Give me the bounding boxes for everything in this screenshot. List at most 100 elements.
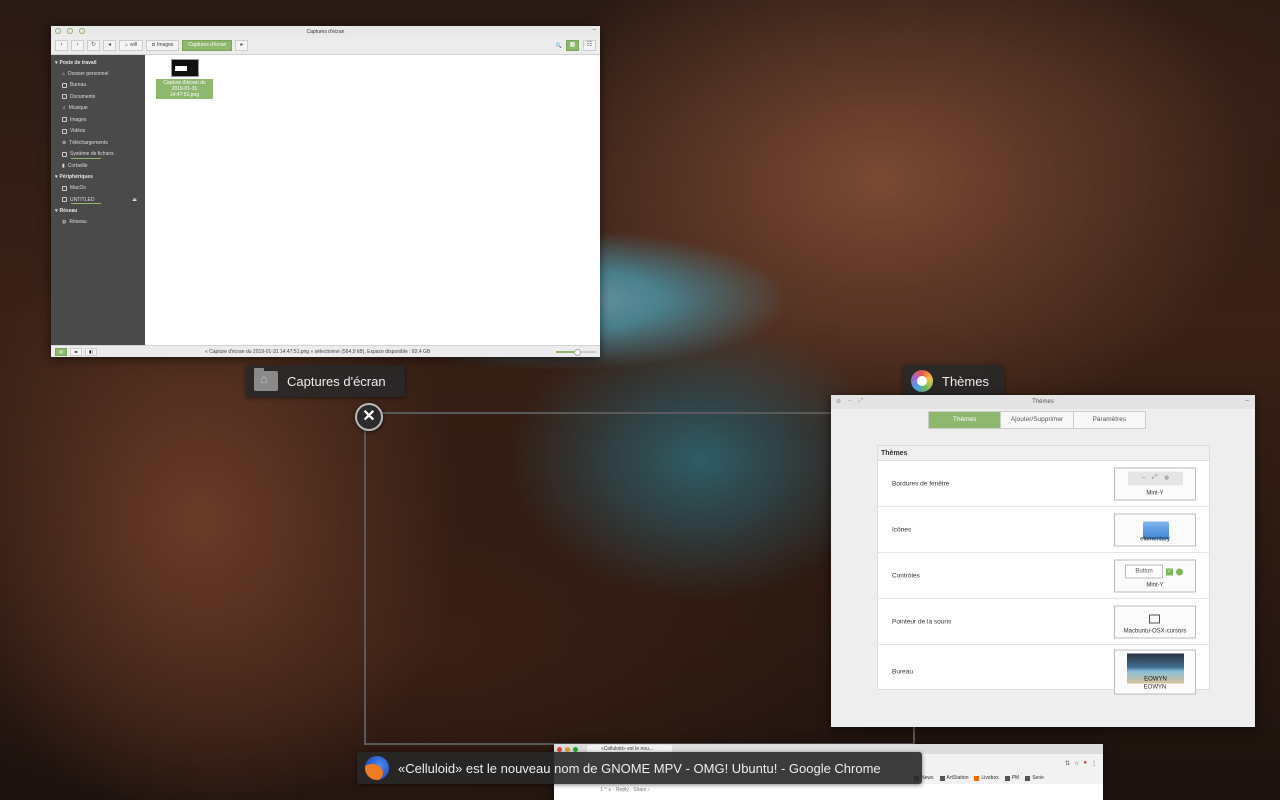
extension-icon[interactable]: ● [1083, 760, 1087, 766]
folder-icon [1025, 775, 1031, 781]
button-preview: Button [1125, 564, 1163, 578]
hide-sidebar-icon[interactable]: ◧ [85, 347, 97, 356]
sidebar-item-videos[interactable]: Vidéos [51, 126, 145, 138]
themes-close-icon[interactable]: ⊗ [836, 398, 841, 405]
mouse-pointer-chooser[interactable]: Macbuntu-OSX-cursors [1114, 605, 1196, 638]
sidebar-section-peripheriques[interactable]: ▾ Périphériques [51, 172, 145, 183]
fm-maximize-dot[interactable] [79, 28, 85, 34]
sidebar-item-untitled[interactable]: UNTITLED ⏏ [51, 194, 145, 206]
reload-icon[interactable]: ↻ [87, 40, 100, 51]
translate-icon[interactable]: ⇅ [1065, 760, 1070, 767]
sidebar-item-telechargements[interactable]: ⊕ Téléchargements [51, 137, 145, 149]
home-folder-icon [254, 368, 278, 391]
checkbox-icon: ✓ [1166, 568, 1173, 575]
star-icon[interactable]: ☆ [1074, 760, 1079, 767]
file-name: Capture d'écran du 2019-01-31 14:47:51.p… [156, 79, 213, 99]
chrome-close-icon[interactable] [557, 746, 562, 752]
themes-panel: Thèmes Bordures de fenêtre – ⤢ ⊗ Mint-Y Ic… [877, 445, 1210, 695]
menu-icon[interactable]: ⋮ [1091, 760, 1097, 767]
themes-app-icon [911, 370, 933, 392]
themes-tabs: Thèmes Ajouter/Supprimer Paramètres [928, 411, 1146, 429]
eject-icon[interactable]: ⏏ [132, 197, 137, 203]
breadcrumb-current[interactable]: Captures d'écran [182, 40, 233, 51]
chrome-minimize-icon[interactable] [565, 746, 570, 752]
breadcrumb-home[interactable]: ⌂ will [119, 40, 143, 51]
icons-chooser[interactable]: elementary [1114, 513, 1196, 546]
chrome-maximize-icon[interactable] [573, 746, 578, 752]
fm-minimize-dot[interactable] [67, 28, 73, 34]
themes-minimize-right-icon[interactable]: – [1245, 397, 1249, 404]
fm-statusbar: ▤ ⇆ ◧ « Capture d'écran du 2019-01-31 14… [51, 345, 600, 357]
file-item[interactable]: Capture d'écran du 2019-01-31 14:47:51.p… [156, 59, 213, 99]
window-borders-chooser[interactable]: – ⤢ ⊗ Mint-Y [1114, 467, 1196, 500]
chrome-page[interactable]: 1 ^ ∨ · Reply · Share › [554, 784, 1103, 800]
themes-maximize-icon[interactable]: ⤢ [858, 398, 863, 405]
close-window-button[interactable]: ✕ [355, 403, 383, 431]
artstation-icon [939, 775, 945, 781]
disk-usage-bar [71, 203, 101, 204]
desktop-chooser[interactable]: EOWYN EOWYN [1114, 649, 1196, 695]
forward-icon[interactable]: › [71, 40, 84, 51]
firefox-icon [365, 756, 389, 780]
window-buttons-preview: – ⤢ ⊗ [1128, 471, 1183, 485]
sidebar-item-documents[interactable]: Documents [51, 91, 145, 103]
list-view-icon[interactable]: ☷ [583, 40, 596, 51]
sidebar-item-reseau[interactable]: ◍ Réseau [51, 217, 145, 229]
camera-icon [62, 117, 67, 123]
sidebar-item-dossier-personnel[interactable]: ⌂ Dossier personnel [51, 68, 145, 80]
sidebar-item-macos[interactable]: MacOs [51, 183, 145, 195]
document-icon [62, 94, 67, 100]
window-label-file-manager[interactable]: Captures d'écran [246, 365, 405, 397]
icon-view-icon[interactable]: ▦ [566, 40, 579, 51]
window-label-themes[interactable]: Thèmes [903, 365, 1004, 397]
desktop-preview: EOWYN [1127, 653, 1184, 684]
back-icon[interactable]: ‹ [55, 40, 68, 51]
themes-window[interactable]: ⊗ – ⤢ Thèmes – Thèmes Ajouter/Supprimer … [831, 395, 1255, 727]
sidebar-item-systeme[interactable]: Système de fichiers [51, 149, 145, 161]
disk-usage-bar [71, 157, 101, 159]
row-mouse-pointer: Pointeur de la souris Macbuntu-OSX-curso… [878, 599, 1209, 645]
tab-themes[interactable]: Thèmes [929, 412, 1002, 428]
window-label-chrome[interactable]: «Celluloid» est le nouveau nom de GNOME … [357, 752, 922, 784]
panel-title: Thèmes [878, 446, 1209, 461]
themes-minimize-icon[interactable]: – [848, 398, 851, 405]
tree-toggle-icon[interactable]: ⇆ [70, 347, 82, 356]
breadcrumb-images[interactable]: ◘ Images [145, 40, 180, 51]
row-controls: Contrôles Button ✓ Mint-Y [878, 553, 1209, 599]
zoom-slider[interactable] [556, 348, 596, 356]
sidebar-section-poste[interactable]: ▾ Poste de travail [51, 57, 145, 68]
sidebar-item-images[interactable]: Images [51, 114, 145, 126]
breadcrumb-right-icon[interactable]: ▸ [235, 40, 249, 51]
sidebar-item-corbeille[interactable]: ▮ Corbeille [51, 160, 145, 172]
image-icon [1149, 614, 1160, 623]
fm-close-icon[interactable]: – [593, 27, 596, 33]
bookmark-pm[interactable]: PM [1004, 775, 1019, 781]
bookmark-artstation[interactable]: ArtStation [939, 775, 968, 781]
trash-icon: ▮ [62, 162, 65, 169]
drive-icon [62, 151, 67, 157]
breadcrumb-left-icon[interactable]: ◂ [103, 40, 116, 51]
fm-titlebar[interactable]: Captures d'écran – [51, 26, 600, 37]
film-icon [62, 128, 67, 134]
controls-chooser[interactable]: Button ✓ Mint-Y [1114, 559, 1196, 592]
fm-content[interactable]: Capture d'écran du 2019-01-31 14:47:51.p… [145, 55, 600, 345]
bookmark-serie[interactable]: Serie [1025, 775, 1044, 781]
search-icon[interactable]: 🔍 [556, 43, 562, 49]
sidebar-section-reseau[interactable]: ▾ Réseau [51, 206, 145, 217]
places-toggle-icon[interactable]: ▤ [55, 347, 67, 356]
file-manager-window[interactable]: Captures d'écran – ‹ › ↻ ◂ ⌂ will ◘ Images… [51, 26, 600, 357]
sidebar-item-musique[interactable]: ♫ Musique [51, 103, 145, 115]
row-icons: Icônes elementary [878, 507, 1209, 553]
radio-icon [1176, 568, 1183, 575]
sidebar-item-bureau[interactable]: Bureau [51, 80, 145, 92]
fm-close-dot[interactable] [55, 28, 61, 34]
tab-ajouter-supprimer[interactable]: Ajouter/Supprimer [1001, 412, 1074, 428]
desktop-icon [62, 82, 67, 88]
tab-parametres[interactable]: Paramètres [1074, 412, 1145, 428]
bookmark-livebox[interactable]: Livebox [974, 775, 999, 781]
themes-titlebar[interactable]: ⊗ – ⤢ Thèmes – [831, 395, 1255, 409]
network-icon: ◍ [62, 219, 67, 226]
livebox-icon [974, 775, 980, 781]
comment-actions: 1 ^ ∨ · Reply · Share › [600, 787, 650, 793]
music-icon: ♫ [62, 105, 66, 112]
